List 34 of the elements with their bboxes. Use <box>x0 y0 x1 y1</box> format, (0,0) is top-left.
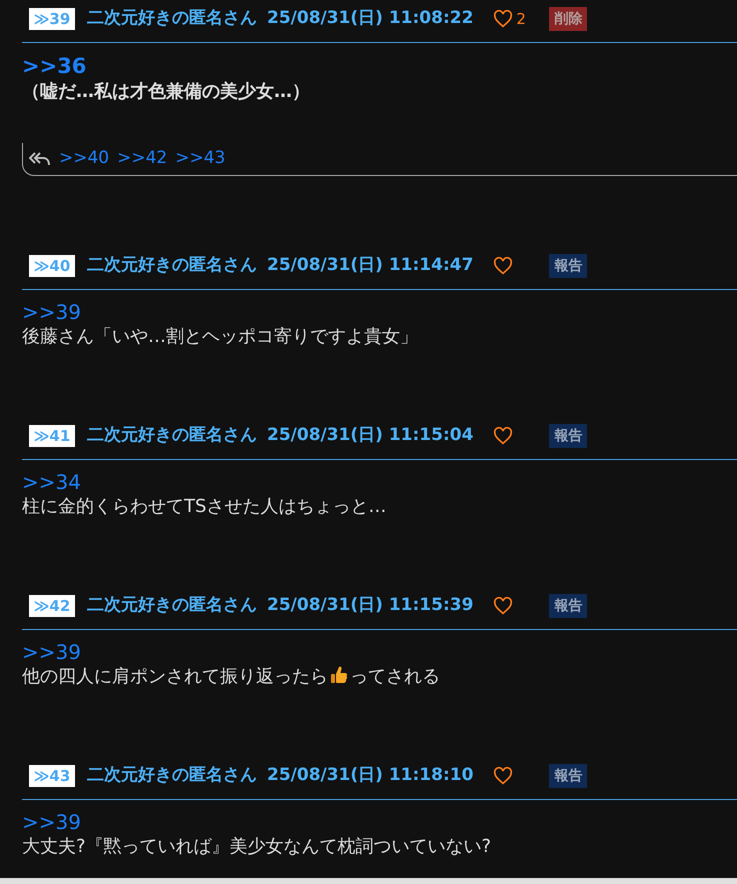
like-button[interactable]: 2 <box>493 8 534 30</box>
post-body: （嘘だ…私は才色兼備の美少女…） <box>22 80 311 104</box>
reply-link[interactable]: >>42 <box>117 146 168 172</box>
poster-name: 二次元好きの匿名さん <box>87 594 257 618</box>
reply-reference-link[interactable]: >>36 <box>22 53 86 79</box>
post-number[interactable]: ≫39 <box>29 8 75 30</box>
post-date: 25/08/31(日) 11:15:39 <box>267 594 474 618</box>
post-body: 柱に金的くらわせてTSさせた人はちょっと… <box>22 495 388 519</box>
report-button[interactable]: 報告 <box>549 764 588 788</box>
report-button[interactable]: 報告 <box>549 594 588 618</box>
post-number[interactable]: ≫42 <box>29 595 75 617</box>
reply-reference-link[interactable]: >>39 <box>22 640 81 664</box>
post-date: 25/08/31(日) 11:15:04 <box>267 424 474 448</box>
post-date: 25/08/31(日) 11:14:47 <box>267 254 474 278</box>
report-button[interactable]: 報告 <box>549 424 588 448</box>
post-body: 大丈夫?『黙っていれば』美少女なんて枕詞ついていない? <box>22 835 492 859</box>
reply-reference-link[interactable]: >>39 <box>22 300 81 324</box>
poster-name: 二次元好きの匿名さん <box>87 764 257 788</box>
post-body: 他の四人に肩ポンされて振り返ったら ってされる <box>22 664 441 689</box>
reply-link[interactable]: >>40 <box>59 146 110 172</box>
post-number[interactable]: ≫40 <box>29 255 75 277</box>
reply-reference-link[interactable]: >>34 <box>22 470 81 494</box>
poster-name: 二次元好きの匿名さん <box>87 254 257 278</box>
delete-button[interactable]: 削除 <box>549 7 588 31</box>
reply-link[interactable]: >>43 <box>175 146 226 172</box>
post-number[interactable]: ≫41 <box>29 425 75 447</box>
poster-name: 二次元好きの匿名さん <box>87 7 257 30</box>
post-date: 25/08/31(日) 11:08:22 <box>267 7 474 30</box>
poster-name: 二次元好きの匿名さん <box>87 424 257 448</box>
report-button[interactable]: 報告 <box>549 254 588 278</box>
post-date: 25/08/31(日) 11:18:10 <box>267 764 474 788</box>
reply-reference-link[interactable]: >>39 <box>22 810 81 834</box>
post-number[interactable]: ≫43 <box>29 765 75 787</box>
post-body: 後藤さん「いや…割とヘッポコ寄りですよ貴女」 <box>22 325 419 349</box>
